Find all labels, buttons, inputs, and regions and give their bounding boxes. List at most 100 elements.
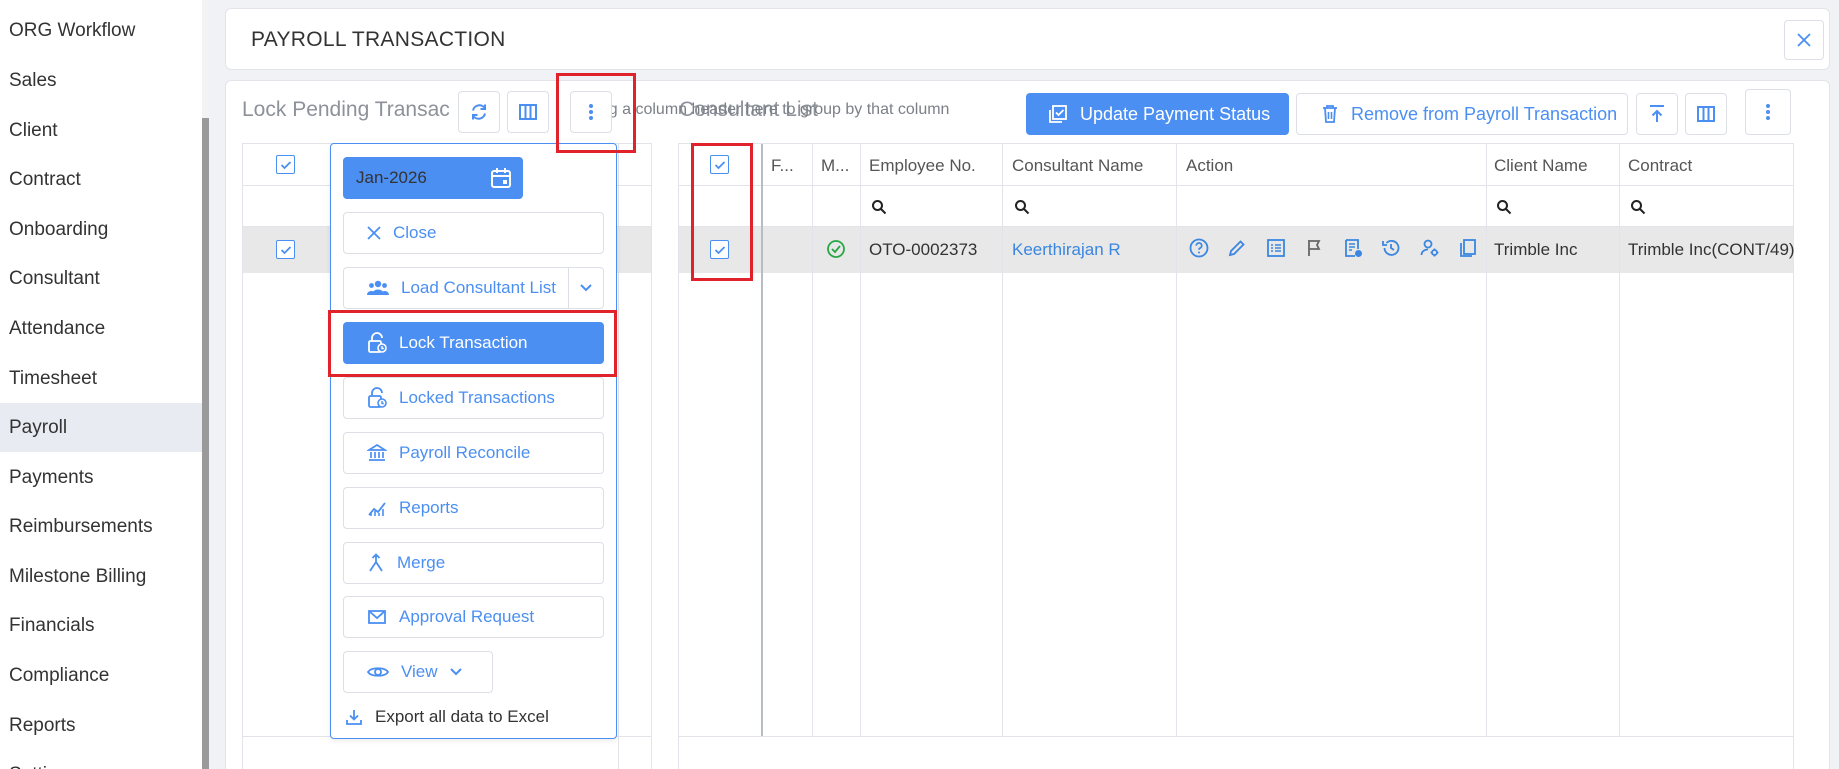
sidebar-item-financials[interactable]: Financials	[0, 601, 202, 650]
more-options-button[interactable]	[570, 91, 612, 133]
check-icon	[280, 160, 291, 169]
right-row-checkbox[interactable]	[710, 240, 729, 259]
sidebar-scrollbar-thumb[interactable]	[202, 118, 209, 769]
column-header-consultant-name[interactable]: Consultant Name	[1012, 156, 1143, 176]
column-divider	[761, 144, 763, 736]
column-divider	[1619, 144, 1620, 736]
lock-transaction-label: Lock Transaction	[399, 333, 528, 352]
page-title: PAYROLL TRANSACTION	[251, 28, 506, 51]
sidebar-item-compliance[interactable]: Compliance	[0, 651, 202, 700]
search-icon[interactable]	[871, 199, 887, 215]
merge-button[interactable]: Merge	[343, 542, 604, 584]
sidebar-item-org-workflow[interactable]: ORG Workflow	[0, 6, 202, 55]
sidebar-item-payroll[interactable]: Payroll	[0, 403, 202, 452]
user-settings-icon[interactable]	[1419, 237, 1441, 259]
right-more-options-button[interactable]	[1745, 89, 1791, 135]
column-divider	[1176, 144, 1177, 736]
reports-button[interactable]: Reports	[343, 487, 604, 529]
help-icon[interactable]	[1188, 237, 1210, 259]
merge-label: Merge	[397, 553, 446, 572]
mail-icon	[368, 610, 386, 624]
page-header: PAYROLL TRANSACTION	[225, 8, 1830, 70]
left-select-all-checkbox[interactable]	[276, 155, 295, 174]
sidebar-item-attendance[interactable]: Attendance	[0, 304, 202, 353]
calendar-icon	[491, 168, 511, 188]
column-header-f[interactable]: F...	[771, 156, 794, 176]
load-options-dropdown[interactable]	[568, 267, 604, 309]
reports-label: Reports	[399, 498, 459, 517]
sidebar-item-reports[interactable]: Reports	[0, 701, 202, 750]
users-icon	[367, 280, 389, 295]
sidebar-item-milestone-billing[interactable]: Milestone Billing	[0, 552, 202, 601]
sidebar-item-reimbursements[interactable]: Reimbursements	[0, 502, 202, 551]
left-grid-column-divider	[618, 144, 619, 769]
history-icon[interactable]	[1380, 237, 1402, 259]
download-icon	[346, 710, 362, 725]
sidebar-item-consultant[interactable]: Consultant	[0, 254, 202, 303]
payroll-reconcile-label: Payroll Reconcile	[399, 443, 531, 462]
column-header-employee-no[interactable]: Employee No.	[869, 156, 976, 176]
export-excel-button[interactable]: Export all data to Excel	[345, 707, 549, 727]
export-button[interactable]	[1636, 93, 1678, 135]
approval-request-label: Approval Request	[399, 607, 535, 626]
employee-no-cell: OTO-0002373	[869, 240, 978, 259]
flag-icon[interactable]	[1304, 237, 1326, 259]
close-menu-label: Close	[393, 223, 437, 242]
close-icon	[1797, 33, 1811, 47]
month-picker-value: Jan-2026	[356, 168, 427, 187]
sidebar-item-client[interactable]: Client	[0, 106, 202, 155]
update-payment-status-button[interactable]: Update Payment Status	[1026, 93, 1289, 135]
search-icon[interactable]	[1496, 199, 1512, 215]
group-drag-hint: Drag a column header here to group by th…	[583, 101, 950, 118]
column-header-client-name[interactable]: Client Name	[1494, 156, 1588, 176]
view-label: View	[401, 662, 438, 681]
column-divider	[1486, 144, 1487, 736]
load-consultant-list-label: Load Consultant List	[401, 278, 556, 297]
month-picker-button[interactable]: Jan-2026	[343, 157, 523, 199]
sidebar-item-timesheet[interactable]: Timesheet	[0, 354, 202, 403]
details-icon[interactable]	[1265, 237, 1287, 259]
consultant-name-link[interactable]: Keerthirajan R	[1012, 240, 1121, 260]
column-header-action[interactable]: Action	[1186, 156, 1233, 176]
payroll-reconcile-button[interactable]: Payroll Reconcile	[343, 432, 604, 474]
documents-icon[interactable]	[1457, 237, 1479, 259]
export-excel-label: Export all data to Excel	[375, 707, 549, 726]
search-icon[interactable]	[1630, 199, 1646, 215]
lock-transaction-button[interactable]: Lock Transaction	[343, 322, 604, 364]
left-row-checkbox[interactable]	[276, 240, 295, 259]
sidebar-item-payments[interactable]: Payments	[0, 453, 202, 502]
check-icon	[714, 245, 725, 254]
sidebar-item-onboarding[interactable]: Onboarding	[0, 205, 202, 254]
column-chooser-button[interactable]	[507, 91, 549, 133]
search-icon[interactable]	[1014, 199, 1030, 215]
columns-icon	[1697, 106, 1715, 122]
approval-request-button[interactable]: Approval Request	[343, 596, 604, 638]
refresh-button[interactable]	[458, 91, 500, 133]
lock-icon	[368, 332, 387, 353]
column-header-m[interactable]: M...	[821, 156, 849, 176]
locked-transactions-button[interactable]: Locked Transactions	[343, 377, 604, 419]
close-page-button[interactable]	[1784, 20, 1824, 60]
close-menu-button[interactable]: Close	[343, 212, 604, 254]
column-header-contract[interactable]: Contract	[1628, 156, 1692, 176]
merge-icon	[369, 553, 383, 572]
contract-cell: Trimble Inc(CONT/49)	[1628, 240, 1795, 259]
more-vertical-icon	[1766, 104, 1770, 120]
remove-from-payroll-button[interactable]: Remove from Payroll Transaction	[1296, 93, 1628, 135]
trash-icon	[1323, 105, 1337, 123]
sidebar-item-contract[interactable]: Contract	[0, 155, 202, 204]
check-icon	[714, 160, 725, 169]
refresh-icon	[472, 104, 486, 120]
close-icon	[367, 226, 381, 240]
sidebar-item-sales[interactable]: Sales	[0, 56, 202, 105]
invoice-icon[interactable]	[1342, 237, 1364, 259]
remove-from-payroll-label: Remove from Payroll Transaction	[1351, 103, 1618, 124]
view-dropdown-button[interactable]: View	[343, 651, 493, 693]
sidebar-item-settings[interactable]: Settings	[0, 750, 202, 769]
load-consultant-list-button[interactable]: Load Consultant List	[343, 267, 569, 309]
more-options-menu: Jan-2026 Close Load Consultant List Lock…	[330, 143, 617, 739]
right-select-all-checkbox[interactable]	[710, 155, 729, 174]
right-column-chooser-button[interactable]	[1685, 93, 1727, 135]
edit-icon[interactable]	[1226, 237, 1248, 259]
columns-icon	[519, 104, 537, 120]
